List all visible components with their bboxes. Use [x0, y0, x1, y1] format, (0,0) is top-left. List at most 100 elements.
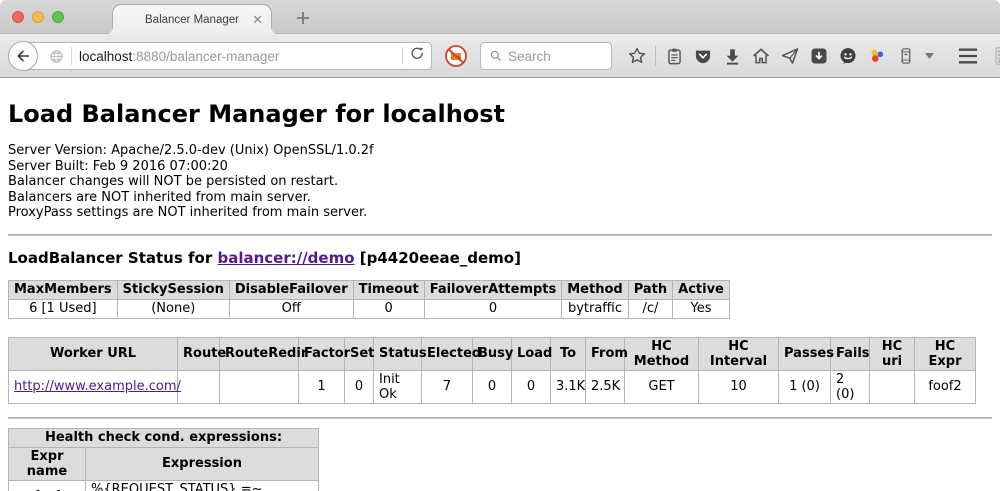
cell-maxmembers: 6 [1 Used]	[9, 299, 118, 318]
bookmarks-clipboard-icon[interactable]	[663, 45, 685, 67]
col-from: From	[586, 337, 625, 370]
inherit-notice-line: Balancers are NOT inherited from main se…	[8, 190, 992, 206]
toolbar-divider	[655, 46, 656, 66]
cell-hc-interval: 10	[699, 370, 779, 403]
color-dots-icon[interactable]	[866, 45, 888, 67]
search-placeholder: Search	[508, 49, 551, 64]
container-icon[interactable]	[895, 45, 917, 67]
col-hc-expr: HC Expr	[915, 337, 976, 370]
balancer-demo-link[interactable]: balancer://demo	[217, 249, 354, 267]
col-hc-method: HC Method	[625, 337, 699, 370]
cell-hc-uri	[870, 370, 915, 403]
chevron-down-icon[interactable]	[924, 45, 934, 67]
cell-timeout: 0	[353, 299, 424, 318]
urlbar-divider	[71, 47, 72, 65]
zoom-window-button[interactable]	[52, 11, 64, 23]
cell-fails: 2 (0)	[831, 370, 870, 403]
col-busy: Busy	[473, 337, 512, 370]
plus-icon	[296, 11, 310, 25]
square-download-icon[interactable]	[808, 45, 830, 67]
back-button[interactable]	[8, 41, 38, 71]
col-failoverattempts: FailoverAttempts	[424, 280, 562, 299]
status-heading-suffix: [p4420eeae_demo]	[355, 249, 521, 267]
cell-busy: 0	[473, 370, 512, 403]
col-timeout: Timeout	[353, 280, 424, 299]
table-header-row: Expr name Expression	[9, 447, 319, 480]
cell-from: 2.5K	[586, 370, 625, 403]
table-row: 6 [1 Used] (None) Off 0 0 bytraffic /c/ …	[9, 299, 730, 318]
col-maxmembers: MaxMembers	[9, 280, 118, 299]
navigation-toolbar: localhost:8880/balancer-manager	[0, 34, 1000, 78]
col-factor: Factor	[299, 337, 345, 370]
url-text[interactable]: localhost:8880/balancer-manager	[79, 49, 395, 64]
col-hc-interval: HC Interval	[699, 337, 779, 370]
col-passes: Passes	[779, 337, 831, 370]
table-header-row: MaxMembers StickySession DisableFailover…	[9, 280, 730, 299]
search-icon	[489, 49, 503, 63]
col-active: Active	[673, 280, 730, 299]
new-tab-button[interactable]	[292, 7, 314, 29]
page-title: Load Balancer Manager for localhost	[8, 100, 992, 128]
cell-disablefailover: Off	[229, 299, 353, 318]
health-table-caption: Health check cond. expressions:	[9, 428, 319, 447]
cell-hc-method: GET	[625, 370, 699, 403]
reload-button[interactable]	[410, 46, 425, 66]
search-bar[interactable]: Search	[480, 42, 612, 70]
pocket-icon[interactable]	[692, 45, 714, 67]
cell-expression: %{REQUEST_STATUS} =~ /^[234]/	[86, 480, 319, 491]
worker-row: http://www.example.com/ 1 0 Init Ok 7 0 …	[9, 370, 976, 403]
cell-factor: 1	[299, 370, 345, 403]
tab-bar: Balancer Manager ✕	[0, 0, 1000, 34]
col-elected: Elected	[422, 337, 473, 370]
col-stickysession: StickySession	[117, 280, 229, 299]
cell-active: Yes	[673, 299, 730, 318]
image-blocker-icon[interactable]	[444, 44, 468, 68]
cell-route	[178, 370, 220, 403]
cell-stickysession: (None)	[117, 299, 229, 318]
divider-rule	[8, 417, 992, 419]
browser-tab[interactable]: Balancer Manager ✕	[112, 4, 272, 35]
cell-to: 3.1K	[551, 370, 586, 403]
cell-method: bytraffic	[562, 299, 628, 318]
col-method: Method	[562, 280, 628, 299]
url-bar[interactable]: localhost:8880/balancer-manager	[22, 42, 432, 70]
health-check-table: Health check cond. expressions: Expr nam…	[8, 428, 319, 491]
bookmark-star-icon[interactable]	[626, 45, 648, 67]
worker-table: Worker URL Route RouteRedir Factor Set S…	[8, 337, 976, 404]
send-page-icon[interactable]	[779, 45, 801, 67]
col-status: Status	[374, 337, 422, 370]
worker-url-link[interactable]: http://www.example.com/	[14, 379, 181, 394]
tab-close-icon[interactable]: ✕	[252, 13, 263, 27]
browser-window: Balancer Manager ✕ localhost:8880/balanc…	[0, 0, 1000, 491]
cell-passes: 1 (0)	[779, 370, 831, 403]
home-icon[interactable]	[750, 45, 772, 67]
divider-rule	[8, 234, 992, 236]
col-fails: Fails	[831, 337, 870, 370]
table-caption-row: Health check cond. expressions:	[9, 428, 319, 447]
cell-failoverattempts: 0	[424, 299, 562, 318]
hamburger-menu-icon[interactable]	[957, 45, 979, 67]
url-path: :8880/balancer-manager	[132, 49, 279, 64]
server-version-line: Server Version: Apache/2.5.0-dev (Unix) …	[8, 143, 992, 159]
cell-load: 0	[512, 370, 551, 403]
col-route: Route	[178, 337, 220, 370]
grid-addon-icon[interactable]	[994, 45, 1000, 67]
close-window-button[interactable]	[12, 11, 24, 23]
page-content: Load Balancer Manager for localhost Serv…	[0, 78, 1000, 491]
col-expression: Expression	[86, 447, 319, 480]
col-expr-name: Expr name	[9, 447, 86, 480]
table-row: foof %{REQUEST_STATUS} =~ /^[234]/	[9, 480, 319, 491]
col-worker-url: Worker URL	[9, 337, 178, 370]
downloads-icon[interactable]	[721, 45, 743, 67]
persist-notice-line: Balancer changes will NOT be persisted o…	[8, 174, 992, 190]
balancer-settings-table: MaxMembers StickySession DisableFailover…	[8, 280, 730, 319]
col-to: To	[551, 337, 586, 370]
cell-path: /c/	[628, 299, 672, 318]
server-built-line: Server Built: Feb 9 2016 07:00:20	[8, 159, 992, 175]
col-path: Path	[628, 280, 672, 299]
reload-icon	[410, 46, 425, 61]
status-heading-prefix: LoadBalancer Status for	[8, 249, 217, 267]
chat-smiley-icon[interactable]	[837, 45, 859, 67]
table-header-row: Worker URL Route RouteRedir Factor Set S…	[9, 337, 976, 370]
minimize-window-button[interactable]	[32, 11, 44, 23]
